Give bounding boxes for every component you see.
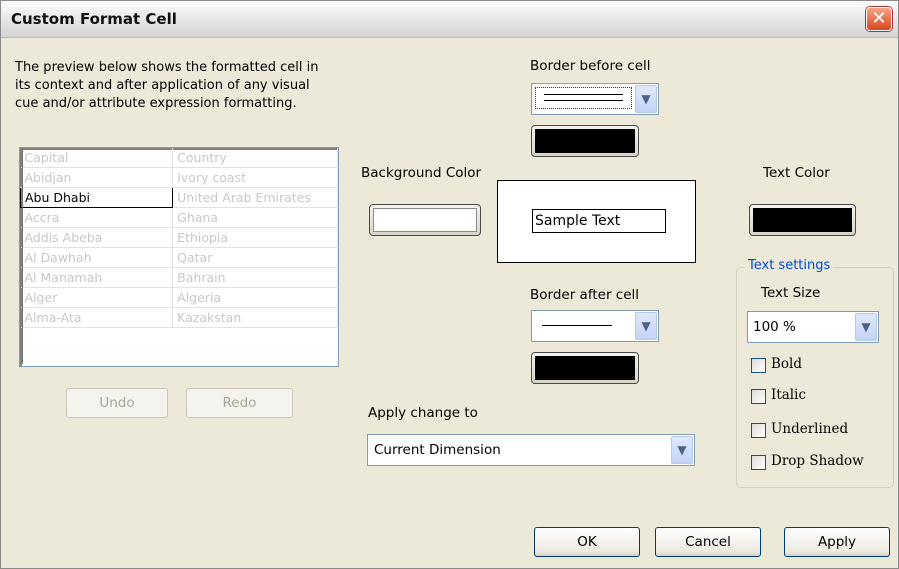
chevron-down-icon[interactable]: ▼	[635, 85, 657, 113]
preview-grid: Capital Country Abidjan Ivory coast Abu Dhab…	[19, 147, 339, 367]
border-before-color-button[interactable]	[531, 125, 639, 157]
table-cell[interactable]: Al Dawhah	[20, 247, 174, 268]
table-cell[interactable]: Bahrain	[172, 267, 338, 288]
table-row: Accra Ghana	[20, 207, 338, 228]
table-row: Abidjan Ivory coast	[20, 167, 338, 188]
table-cell[interactable]: Alger	[20, 287, 174, 308]
border-before-style-preview	[535, 87, 632, 109]
table-row: Al Dawhah Qatar	[20, 247, 338, 268]
border-after-label: Border after cell	[530, 287, 640, 303]
underlined-checkbox[interactable]	[751, 423, 766, 438]
text-color-button[interactable]	[749, 204, 856, 236]
ok-button[interactable]: OK	[534, 527, 640, 557]
table-cell[interactable]: Ghana	[172, 207, 338, 228]
table-row: Alger Algeria	[20, 287, 338, 308]
undo-button[interactable]: Undo	[66, 388, 168, 418]
table-cell[interactable]: Addis Abeba	[20, 227, 174, 248]
table-cell[interactable]: Accra	[20, 207, 174, 228]
border-after-color-button[interactable]	[531, 352, 639, 384]
table-cell[interactable]: Ivory coast	[172, 167, 338, 188]
table-row: Addis Abeba Ethiopia	[20, 227, 338, 248]
text-settings-title: Text settings	[745, 258, 834, 273]
redo-button[interactable]: Redo	[186, 388, 293, 418]
sample-text: Sample Text	[532, 209, 666, 233]
underlined-label: Underlined	[771, 421, 849, 437]
apply-change-select[interactable]: Current Dimension ▼	[367, 434, 695, 466]
drop-shadow-label: Drop Shadow	[771, 453, 864, 469]
preview-description: The preview below shows the formatted ce…	[15, 60, 319, 111]
italic-checkbox[interactable]	[751, 389, 766, 404]
text-color-label: Text Color	[763, 165, 830, 181]
bold-label: Bold	[771, 356, 803, 372]
table-cell[interactable]: Kazakstan	[172, 307, 338, 328]
table-cell[interactable]: Ethiopia	[172, 227, 338, 248]
cancel-button[interactable]: Cancel	[655, 527, 761, 557]
dialog-title: Custom Format Cell	[11, 10, 177, 28]
text-settings-group: Text settings Text Size 100 % ▼ Bold Ita…	[736, 258, 894, 488]
border-before-label: Border before cell	[530, 58, 651, 74]
table-cell[interactable]: Alma-Ata	[20, 307, 174, 328]
table-cell[interactable]: Al Manamah	[20, 267, 174, 288]
table-cell[interactable]: Qatar	[172, 247, 338, 268]
table-cell[interactable]: Abidjan	[20, 167, 174, 188]
table-row: Alma-Ata Kazakstan	[20, 307, 338, 328]
border-after-select[interactable]: ▼	[531, 310, 659, 342]
table-cell[interactable]: Algeria	[172, 287, 338, 308]
text-size-select[interactable]: 100 % ▼	[747, 311, 879, 343]
chevron-down-icon[interactable]: ▼	[855, 313, 877, 341]
apply-change-value: Current Dimension	[374, 442, 501, 458]
text-color-swatch	[753, 208, 852, 232]
border-before-select[interactable]: ▼	[531, 83, 659, 115]
text-size-label: Text Size	[761, 285, 821, 301]
chevron-down-icon[interactable]: ▼	[635, 312, 657, 340]
preview-table: Capital Country Abidjan Ivory coast Abu Dhab…	[20, 148, 338, 328]
title-bar[interactable]: Custom Format Cell ✕	[1, 1, 898, 38]
apply-change-label: Apply change to	[368, 405, 478, 421]
border-before-color-swatch	[535, 129, 635, 153]
drop-shadow-checkbox[interactable]	[751, 455, 766, 470]
table-cell[interactable]: Abu Dhabi	[20, 187, 174, 208]
custom-format-cell-dialog: Custom Format Cell ✕ The preview below s…	[0, 0, 899, 569]
background-color-swatch	[373, 208, 477, 232]
table-row: Abu Dhabi United Arab Emirates	[20, 187, 338, 208]
italic-label: Italic	[771, 387, 807, 403]
table-row: Capital Country	[20, 148, 338, 168]
text-size-value: 100 %	[753, 319, 796, 335]
table-row: Al Manamah Bahrain	[20, 267, 338, 288]
chevron-down-icon[interactable]: ▼	[671, 436, 693, 464]
table-cell[interactable]: Capital	[20, 148, 174, 168]
table-cell[interactable]: Country	[172, 148, 338, 168]
background-color-label: Background Color	[361, 165, 482, 181]
apply-button[interactable]: Apply	[784, 527, 890, 557]
border-after-style-preview	[542, 325, 612, 326]
close-icon[interactable]: ✕	[866, 7, 892, 31]
sample-preview: Sample Text	[497, 180, 696, 263]
preview-row-header-line	[22, 148, 23, 364]
bold-checkbox[interactable]	[751, 358, 766, 373]
table-cell[interactable]: United Arab Emirates	[172, 187, 338, 208]
border-after-color-swatch	[535, 356, 635, 380]
background-color-button[interactable]	[369, 204, 481, 236]
